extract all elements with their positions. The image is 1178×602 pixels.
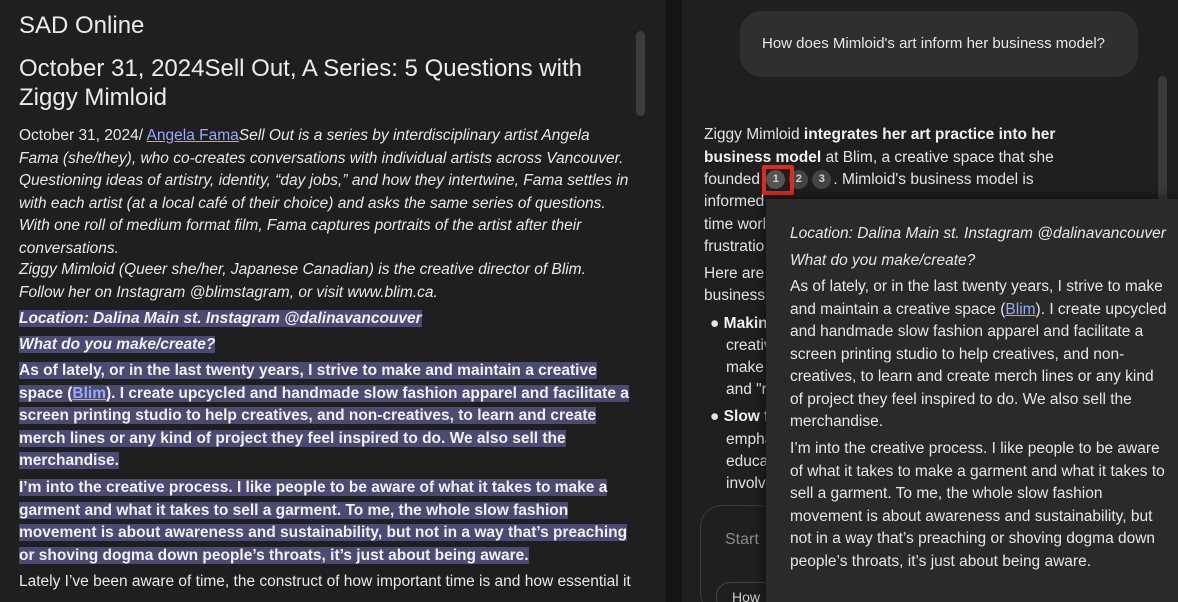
answer-line-time: time worl xyxy=(704,216,767,233)
user-question: How does Mimloid's art inform her busine… xyxy=(762,35,1106,52)
citation-highlight-box xyxy=(762,165,794,195)
article-intro: October 31, 2024/ Angela FamaSell Out is… xyxy=(19,125,631,260)
bullet-slow-line: educa xyxy=(726,453,769,470)
left-scrollbar[interactable] xyxy=(636,31,645,116)
byline-date: October 31, 2024/ xyxy=(19,127,147,144)
answer-line-frustration: frustratio xyxy=(704,238,765,255)
blim-link[interactable]: Blim xyxy=(72,385,106,402)
answer-line-informed: informed xyxy=(704,193,765,210)
popup-location: Location: Dalina Main st. Instagram @dal… xyxy=(790,225,1166,242)
user-message: How does Mimloid's art inform her busine… xyxy=(740,11,1138,77)
source-document-panel: SAD Online October 31, 2024Sell Out, A S… xyxy=(0,0,666,602)
highlight-answer-2: I’m into the creative process. I like pe… xyxy=(19,479,628,564)
highlight-question: What do you make/create? xyxy=(19,336,216,353)
intro-italic: Sell Out is a series by interdisciplinar… xyxy=(19,127,629,257)
highlight-answer-1: As of lately, or in the last twenty year… xyxy=(19,362,629,469)
popup-answer-2: I’m into the creative process. I like pe… xyxy=(790,440,1165,570)
page-title: October 31, 2024Sell Out, A Series: 5 Qu… xyxy=(19,55,582,111)
citation-popup: Location: Dalina Main st. Instagram @dal… xyxy=(766,199,1178,602)
bullet-slow: ● Slow f xyxy=(710,408,770,425)
bullet-making-line: creativ xyxy=(726,337,772,354)
popup-question: What do you make/create? xyxy=(790,252,976,269)
paragraph-lately: Lately I’ve been aware of time, the cons… xyxy=(19,573,631,590)
bullet-making-line: and "r xyxy=(726,381,767,398)
author-link[interactable]: Angela Fama xyxy=(147,127,239,144)
answer-line-here: Here are xyxy=(704,265,765,282)
highlight-location: Location: Dalina Main st. Instagram @dal… xyxy=(19,310,422,327)
bullet-making-line: make xyxy=(726,359,764,376)
bullet-slow-line: involv xyxy=(726,475,766,492)
answer-line-business: business xyxy=(704,287,766,304)
citation-3[interactable]: 3 xyxy=(812,170,832,190)
assistant-answer: Ziggy Mimloid integrates her art practic… xyxy=(704,126,1056,190)
panel-divider[interactable] xyxy=(666,0,682,602)
popup-answer-1: As of lately, or in the last twenty year… xyxy=(790,278,1167,430)
chat-scrollbar[interactable] xyxy=(1158,76,1167,216)
chat-input-placeholder: Start xyxy=(725,531,759,548)
site-title: SAD Online xyxy=(19,12,145,39)
popup-blim-link[interactable]: Blim xyxy=(1005,301,1035,318)
artist-bio: Ziggy Mimloid (Queer she/her, Japanese C… xyxy=(19,261,586,301)
bullet-making: ● Makin xyxy=(710,315,768,332)
